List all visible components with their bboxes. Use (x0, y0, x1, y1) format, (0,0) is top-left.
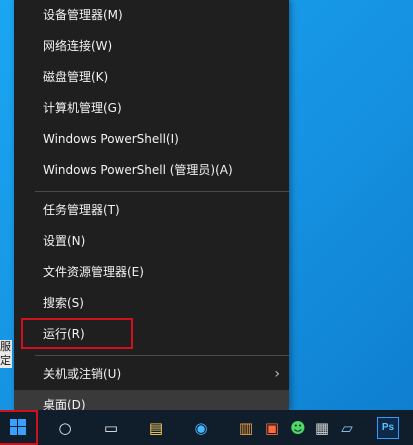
menu-item-label: 搜索(S) (43, 296, 84, 310)
run-highlight-box (21, 318, 133, 349)
menu-item-disk-management[interactable]: 磁盘管理(K) (14, 62, 289, 93)
menu-item-label: 计算机管理(G) (43, 101, 122, 115)
notepad-icon[interactable]: ▱ (337, 418, 357, 438)
menu-item-label: Windows PowerShell (管理员)(A) (43, 163, 233, 177)
app-icon[interactable]: ▣ (262, 418, 282, 438)
app-icon[interactable]: ▦ (312, 418, 332, 438)
task-view-icon[interactable]: ▭ (101, 418, 121, 438)
menu-item-desktop[interactable]: 桌面(D) (14, 390, 289, 412)
wechat-icon[interactable]: ☻ (288, 418, 308, 438)
start-highlight-box (0, 410, 38, 445)
app-icon[interactable]: ▥ (236, 418, 256, 438)
menu-item-label: 任务管理器(T) (43, 203, 120, 217)
desktop-partial-text: 服 定 (0, 340, 12, 368)
menu-item-label: 设置(N) (43, 234, 86, 248)
menu-item-label: 设备管理器(M) (43, 8, 123, 22)
menu-item-search[interactable]: 搜索(S) (14, 288, 289, 319)
menu-item-task-manager[interactable]: 任务管理器(T) (14, 195, 289, 226)
menu-item-powershell-admin[interactable]: Windows PowerShell (管理员)(A) (14, 155, 289, 186)
menu-separator (35, 191, 289, 192)
menu-item-shutdown-signout[interactable]: 关机或注销(U) › (14, 359, 289, 390)
menu-item-device-manager[interactable]: 设备管理器(M) (14, 0, 289, 31)
menu-item-label: Windows PowerShell(I) (43, 132, 179, 146)
desktop-text-line-1: 服 (0, 340, 11, 353)
app-icon[interactable]: ▤ (146, 418, 166, 438)
menu-item-label: 文件资源管理器(E) (43, 265, 144, 279)
menu-item-file-explorer[interactable]: 文件资源管理器(E) (14, 257, 289, 288)
menu-item-network-connections[interactable]: 网络连接(W) (14, 31, 289, 62)
chevron-right-icon: › (274, 366, 280, 382)
photoshop-icon[interactable]: Ps (377, 417, 399, 439)
menu-item-label: 网络连接(W) (43, 39, 113, 53)
desktop-text-line-2: 定 (0, 354, 11, 367)
browser-icon[interactable]: ◉ (191, 418, 211, 438)
menu-item-label: 关机或注销(U) (43, 367, 122, 381)
menu-item-computer-management[interactable]: 计算机管理(G) (14, 93, 289, 124)
menu-item-powershell[interactable]: Windows PowerShell(I) (14, 124, 289, 155)
menu-item-settings[interactable]: 设置(N) (14, 226, 289, 257)
cortana-icon[interactable]: ○ (55, 418, 75, 438)
menu-separator (35, 355, 289, 356)
menu-item-label: 磁盘管理(K) (43, 70, 109, 84)
